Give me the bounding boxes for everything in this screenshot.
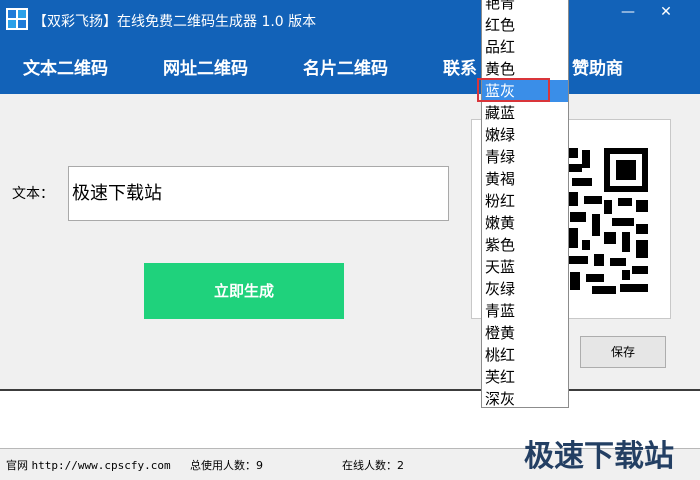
dropdown-option[interactable]: 灰绿 xyxy=(482,278,568,300)
dropdown-option[interactable]: 天蓝 xyxy=(482,256,568,278)
status-site[interactable]: 官网 http://www.cpscfy.com xyxy=(6,457,171,473)
app-logo-icon xyxy=(6,8,28,30)
tab-url-qrcode[interactable]: 网址二维码 xyxy=(163,40,248,94)
dropdown-option[interactable]: 红色 xyxy=(482,14,568,36)
save-button[interactable]: 保存 xyxy=(580,336,666,368)
status-total-users: 总使用人数：9 xyxy=(190,459,263,472)
dropdown-option[interactable]: 粉红 xyxy=(482,190,568,212)
dropdown-option[interactable]: 桃红 xyxy=(482,344,568,366)
dropdown-option[interactable]: 青蓝 xyxy=(482,300,568,322)
dropdown-option[interactable]: 嫩绿 xyxy=(482,124,568,146)
site-label: 官网 xyxy=(6,459,28,472)
tab-card-qrcode[interactable]: 名片二维码 xyxy=(303,40,388,94)
generate-button[interactable]: 立即生成 xyxy=(144,263,344,319)
site-url-link[interactable]: http://www.cpscfy.com xyxy=(32,459,171,472)
watermark-logo: 极速下载站 xyxy=(524,439,674,474)
title-bar: 【双彩飞扬】在线免费二维码生成器 1.0 版本 — ✕ xyxy=(0,0,700,40)
dropdown-option[interactable]: 紫色 xyxy=(482,234,568,256)
text-input[interactable]: 极速下载站 xyxy=(68,166,449,221)
window-title: 【双彩飞扬】在线免费二维码生成器 1.0 版本 xyxy=(33,14,317,30)
dropdown-option[interactable]: 深灰 xyxy=(482,388,568,407)
tab-sponsor[interactable]: 赞助商 xyxy=(572,40,623,94)
dropdown-option[interactable]: 橙黄 xyxy=(482,322,568,344)
color-dropdown-list[interactable]: 艳青 红色 品红 黄色 蓝灰 藏蓝 嫩绿 青绿 黄褐 粉红 嫩黄 紫色 天蓝 灰绿 青蓝 橙黄 桃红 芙红 深灰 xyxy=(481,0,569,408)
status-online-users: 在线人数：2 xyxy=(342,459,404,472)
dropdown-option[interactable]: 蓝灰 xyxy=(482,80,568,102)
close-button[interactable]: ✕ xyxy=(652,0,680,24)
minimize-button[interactable]: — xyxy=(614,0,642,24)
tab-bar: 文本二维码 网址二维码 名片二维码 联系 赞助商 xyxy=(0,40,700,94)
dropdown-option[interactable]: 艳青 xyxy=(482,0,568,14)
dropdown-option[interactable]: 品红 xyxy=(482,36,568,58)
dropdown-option[interactable]: 芙红 xyxy=(482,366,568,388)
tab-contact[interactable]: 联系 xyxy=(443,40,477,94)
dropdown-option[interactable]: 黄色 xyxy=(482,58,568,80)
dropdown-option[interactable]: 藏蓝 xyxy=(482,102,568,124)
tab-text-qrcode[interactable]: 文本二维码 xyxy=(23,40,108,94)
dropdown-option[interactable]: 嫩黄 xyxy=(482,212,568,234)
dropdown-option[interactable]: 青绿 xyxy=(482,146,568,168)
dropdown-option[interactable]: 黄褐 xyxy=(482,168,568,190)
text-label: 文本： xyxy=(12,186,54,202)
